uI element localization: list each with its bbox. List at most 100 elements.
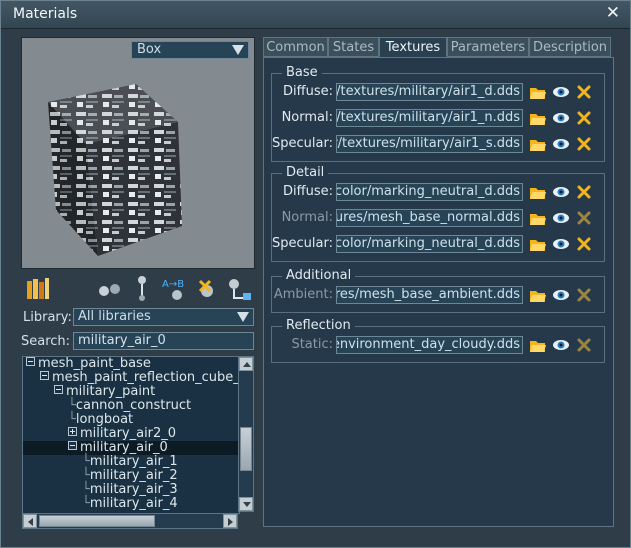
tree-node[interactable]: └military_air_4 <box>82 497 178 511</box>
clear-icon[interactable] <box>575 135 593 153</box>
clear-icon[interactable] <box>575 83 593 101</box>
clear-icon[interactable] <box>575 209 593 227</box>
folder-icon[interactable] <box>529 336 547 354</box>
clear-icon[interactable] <box>575 286 593 304</box>
collapse-icon[interactable] <box>26 357 35 366</box>
collapse-icon[interactable] <box>54 385 63 394</box>
delete-material-button[interactable] <box>195 275 219 303</box>
clear-icon[interactable] <box>575 235 593 253</box>
search-label: Search: <box>21 334 71 349</box>
texture-row-detail-specular: Specular: color/marking_neutral_d.dds <box>272 234 600 254</box>
tab-states[interactable]: States <box>328 37 379 57</box>
folder-icon[interactable] <box>529 286 547 304</box>
rename-button[interactable]: A→B <box>161 275 189 303</box>
eye-icon[interactable] <box>552 83 570 101</box>
tab-parameters[interactable]: Parameters <box>447 37 529 57</box>
texture-path-field[interactable]: r/textures/military/air1_s.dds <box>336 135 523 153</box>
tab-common[interactable]: Common <box>263 37 328 57</box>
texture-row-ambient: Ambient: res/mesh_base_ambient.dds <box>272 285 600 305</box>
texture-path-field[interactable]: color/marking_neutral_d.dds <box>336 235 523 253</box>
group-detail: Detail Diffuse: color/marking_neutral_d.… <box>271 165 605 262</box>
eye-icon[interactable] <box>552 209 570 227</box>
folder-icon[interactable] <box>529 183 547 201</box>
library-button[interactable] <box>25 275 51 303</box>
texture-path-field[interactable]: ures/mesh_base_normal.dds <box>336 209 523 227</box>
tree-node[interactable]: └military_air_1 <box>82 455 178 469</box>
eye-icon[interactable] <box>552 286 570 304</box>
link-icon <box>229 279 251 300</box>
chevron-down-icon <box>232 45 244 55</box>
group-title: Additional <box>282 268 356 283</box>
tree-node[interactable]: └cannon_construct <box>68 399 191 413</box>
clear-icon[interactable] <box>575 336 593 354</box>
material-preview[interactable]: Box <box>21 37 255 269</box>
horizontal-scroll-thumb[interactable] <box>39 515 155 527</box>
chevron-down-icon <box>237 312 249 322</box>
close-icon[interactable]: ✕ <box>606 3 620 23</box>
library-select-value: All libraries <box>78 309 151 324</box>
title-bar[interactable]: Materials ✕ <box>1 1 630 29</box>
group-base: Base Diffuse: r/textures/military/air1_d… <box>271 65 605 162</box>
tab-description[interactable]: Description <box>529 37 611 57</box>
arrow-down-icon <box>243 502 251 507</box>
pin-button[interactable] <box>132 275 152 303</box>
pin-icon <box>138 276 146 301</box>
scroll-left-button[interactable] <box>23 514 37 528</box>
tree-node[interactable]: military_air2_0 <box>68 427 176 441</box>
texture-path-field[interactable]: res/mesh_base_ambient.dds <box>336 286 523 304</box>
texture-path-field[interactable]: r/textures/military/air1_d.dds <box>336 83 523 101</box>
tree-node[interactable]: mesh_paint_reflection_cube_ <box>40 371 239 385</box>
group-title: Detail <box>282 165 329 180</box>
tree-node[interactable]: └military_air_3 <box>82 483 178 497</box>
eye-icon[interactable] <box>552 336 570 354</box>
texture-row-detail-normal: Normal: ures/mesh_base_normal.dds <box>272 208 600 228</box>
eye-icon[interactable] <box>552 135 570 153</box>
scroll-right-button[interactable] <box>223 514 237 528</box>
texture-path-field[interactable]: color/marking_neutral_d.dds <box>336 183 523 201</box>
eye-icon[interactable] <box>552 109 570 127</box>
library-select[interactable]: All libraries <box>73 308 254 326</box>
assign-button[interactable] <box>225 275 253 303</box>
shape-select[interactable]: Box <box>131 41 249 59</box>
search-input[interactable]: military_air_0 <box>73 332 254 350</box>
folder-icon[interactable] <box>529 235 547 253</box>
materials-window: Materials ✕ Box A→B Library: All librari… <box>0 0 631 548</box>
folder-icon[interactable] <box>529 109 547 127</box>
delete-icon <box>198 279 213 297</box>
folder-icon[interactable] <box>529 135 547 153</box>
tree-node[interactable]: └military_air_2 <box>82 469 178 483</box>
texture-row-base-specular: Specular: r/textures/military/air1_s.dds <box>272 134 600 154</box>
textures-panel: Base Diffuse: r/textures/military/air1_d… <box>263 57 614 527</box>
tree-horizontal-scrollbar[interactable] <box>22 513 238 529</box>
tab-textures[interactable]: Textures <box>379 37 447 57</box>
eye-icon[interactable] <box>552 183 570 201</box>
spheres-icon <box>99 284 120 296</box>
tree-node-selected[interactable]: military_air_0 <box>23 441 239 455</box>
vertical-scroll-thumb[interactable] <box>240 427 252 471</box>
group-reflection: Reflection Static: environment_day_cloud… <box>271 318 605 363</box>
group-title: Reflection <box>282 318 355 333</box>
expand-icon[interactable] <box>68 427 77 436</box>
material-tree[interactable]: mesh_paint_base mesh_paint_reflection_cu… <box>22 356 240 514</box>
tree-node[interactable]: mesh_paint_base <box>26 357 151 371</box>
library-icon <box>27 278 49 299</box>
clear-icon[interactable] <box>575 109 593 127</box>
tree-node[interactable]: military_paint <box>54 385 155 399</box>
scroll-up-button[interactable] <box>239 357 253 371</box>
tree-node[interactable]: └longboat <box>68 413 133 427</box>
collapse-icon[interactable] <box>40 371 49 380</box>
collapse-icon[interactable] <box>68 441 77 450</box>
arrow-right-icon <box>228 518 233 526</box>
preview-spheres-button[interactable] <box>97 275 123 303</box>
scroll-down-button[interactable] <box>239 497 253 511</box>
shape-select-value: Box <box>137 42 162 57</box>
eye-icon[interactable] <box>552 235 570 253</box>
group-title: Base <box>282 65 322 80</box>
texture-path-field[interactable]: r/textures/military/air1_n.dds <box>336 109 523 127</box>
group-additional: Additional Ambient: res/mesh_base_ambien… <box>271 268 605 313</box>
tree-vertical-scrollbar[interactable] <box>238 356 254 512</box>
texture-path-field[interactable]: environment_day_cloudy.dds <box>336 336 523 354</box>
folder-icon[interactable] <box>529 209 547 227</box>
folder-icon[interactable] <box>529 83 547 101</box>
clear-icon[interactable] <box>575 183 593 201</box>
